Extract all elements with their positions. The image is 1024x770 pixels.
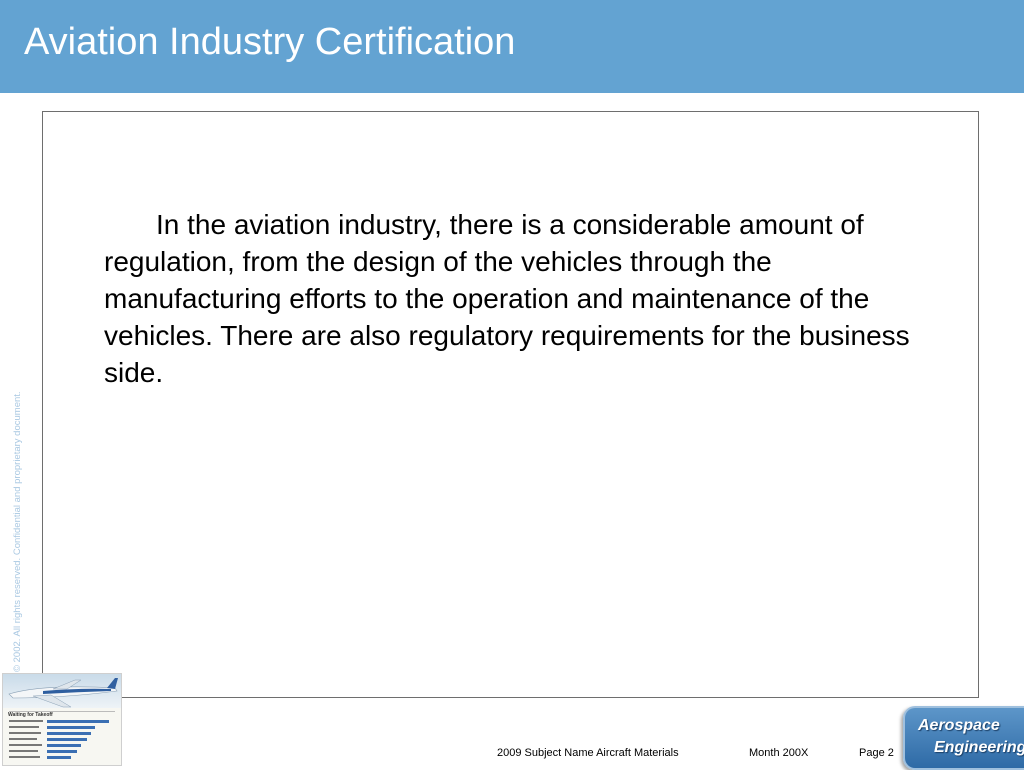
- aerospace-engineering-logo: Aerospace Engineering: [903, 706, 1024, 770]
- slide-title: Aviation Industry Certification: [24, 21, 516, 63]
- logo-line-1: Aerospace: [918, 717, 1000, 734]
- thumbnail-image: Waiting for Takeoff: [2, 673, 122, 766]
- airplane-infographic-icon: [3, 674, 121, 759]
- title-bar: Aviation Industry Certification: [0, 0, 1024, 93]
- thumbnail-heading: Waiting for Takeoff: [8, 712, 53, 718]
- body-paragraph: In the aviation industry, there is a con…: [104, 209, 910, 388]
- logo-line-2: Engineering: [934, 739, 1024, 756]
- footer-date: Month 200X: [749, 747, 809, 759]
- copyright-notice: © 2002. All rights reserved. Confidentia…: [12, 391, 23, 672]
- footer-course: 2009 Subject Name Aircraft Materials: [497, 747, 679, 759]
- content-box: In the aviation industry, there is a con…: [42, 111, 979, 698]
- footer-page-number: Page 2: [859, 747, 894, 759]
